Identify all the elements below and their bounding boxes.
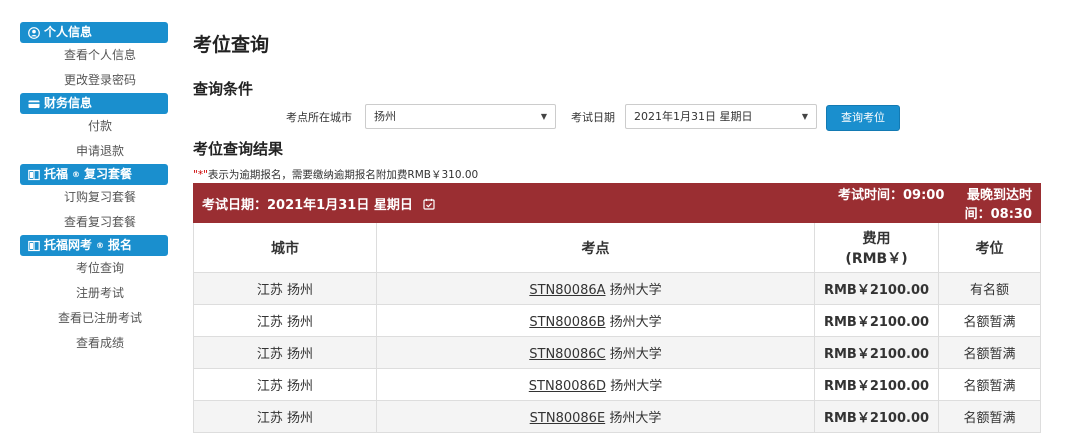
date-select-value: 2021年1月31日 星期日	[634, 110, 753, 123]
calendar-check-icon	[423, 198, 435, 210]
center-code-link[interactable]: STN80086E	[530, 411, 606, 426]
user-circle-icon	[28, 26, 40, 39]
header-fee-line1: 费用	[862, 230, 891, 247]
sidebar-section-review-package[interactable]: 托福 ® 复习套餐	[20, 164, 168, 185]
table-header-row: 城市 考点 费用 (RMB￥) 考位	[193, 222, 1042, 273]
chevron-down-icon: ▼	[540, 112, 547, 121]
cell-city: 江苏 扬州	[193, 400, 377, 433]
header-center: 考点	[375, 222, 816, 273]
sidebar-item-payment[interactable]: 付款	[20, 114, 168, 139]
note-mark: "*"	[193, 169, 208, 181]
conditions-title: 查询条件	[193, 80, 254, 98]
sidebar-item-view-scores[interactable]: 查看成绩	[20, 331, 168, 356]
header-city: 城市	[193, 222, 377, 273]
registered-mark: ®	[72, 170, 81, 179]
center-name: 扬州大学	[609, 347, 662, 362]
query-form: 考点所在城市 扬州 ▼ 考试日期 2021年1月31日 星期日 ▼ 查询考位	[193, 104, 1043, 131]
book-icon	[28, 240, 40, 251]
sidebar-item-view-registered[interactable]: 查看已注册考试	[20, 306, 168, 331]
cell-center: STN80086C 扬州大学	[375, 336, 816, 369]
table-row: 江苏 扬州 STN80086D 扬州大学 RMB￥2100.00 名额暂满	[193, 368, 1042, 401]
page-title: 考位查询	[193, 34, 270, 56]
results-title: 考位查询结果	[193, 140, 284, 158]
chevron-down-icon: ▼	[801, 112, 808, 121]
cell-city: 江苏 扬州	[193, 272, 377, 305]
cell-fee: RMB￥2100.00	[814, 336, 940, 369]
center-code-link[interactable]: STN80086D	[529, 379, 606, 394]
cell-seat: 名额暂满	[938, 336, 1042, 369]
banner-date-cell: 考试日期：2021年1月31日 星期日	[192, 183, 816, 223]
date-label: 考试日期	[571, 111, 615, 124]
center-name: 扬州大学	[610, 379, 663, 394]
cell-seat: 名额暂满	[938, 400, 1042, 433]
table-body: 江苏 扬州 STN80086A 扬州大学 RMB￥2100.00 有名额 江苏 …	[193, 272, 1042, 433]
center-code-link[interactable]: STN80086A	[529, 283, 605, 298]
sidebar-item-view-profile[interactable]: 查看个人信息	[20, 43, 168, 68]
note-text: 表示为逾期报名，需要缴纳逾期报名附加费RMB￥310.00	[207, 169, 479, 181]
sidebar-section-title: 财务信息	[44, 96, 93, 110]
city-label: 考点所在城市	[286, 111, 352, 124]
city-select[interactable]: 扬州 ▼	[365, 104, 556, 129]
cell-fee: RMB￥2100.00	[814, 304, 940, 337]
center-name: 扬州大学	[609, 283, 662, 298]
banner-exam-time: 考试时间：09:00	[837, 188, 945, 203]
sidebar-item-change-password[interactable]: 更改登录密码	[20, 68, 168, 93]
sidebar-section-title-suffix: 报名	[108, 238, 133, 252]
header-fee-line2: (RMB￥)	[845, 250, 908, 267]
registered-mark: ®	[96, 241, 105, 250]
card-icon	[28, 100, 40, 108]
table-row: 江苏 扬州 STN80086A 扬州大学 RMB￥2100.00 有名额	[193, 272, 1042, 305]
sidebar-item-register-exam[interactable]: 注册考试	[20, 281, 168, 306]
banner-date: 考试日期：2021年1月31日 星期日	[202, 197, 413, 213]
header-seat: 考位	[938, 222, 1042, 273]
sidebar-section-title: 个人信息	[44, 25, 93, 39]
cell-seat: 名额暂满	[938, 304, 1042, 337]
exam-info-banner: 考试日期：2021年1月31日 星期日 考试时间：09:00 最晚到达时间：08…	[192, 183, 1042, 223]
banner-arrival-time: 最晚到达时间：08:30	[964, 188, 1033, 222]
cell-center: STN80086E 扬州大学	[375, 400, 816, 433]
sidebar-item-order-package[interactable]: 订购复习套餐	[20, 185, 168, 210]
sidebar-item-refund[interactable]: 申请退款	[20, 139, 168, 164]
sidebar-section-registration[interactable]: 托福网考 ® 报名	[20, 235, 168, 256]
sidebar: 个人信息 查看个人信息 更改登录密码 财务信息 付款 申请退款 托福 ® 复习套餐 …	[20, 22, 168, 356]
center-code-link[interactable]: STN80086C	[529, 347, 605, 362]
cell-center: STN80086D 扬州大学	[375, 368, 816, 401]
header-fee: 费用 (RMB￥)	[814, 222, 940, 273]
sidebar-section-personal-info[interactable]: 个人信息	[20, 22, 168, 43]
cell-fee: RMB￥2100.00	[814, 368, 940, 401]
sidebar-item-view-package[interactable]: 查看复习套餐	[20, 210, 168, 235]
cell-city: 江苏 扬州	[193, 304, 377, 337]
sidebar-section-title-prefix: 托福网考	[44, 238, 93, 252]
table-row: 江苏 扬州 STN80086C 扬州大学 RMB￥2100.00 名额暂满	[193, 336, 1042, 369]
cell-city: 江苏 扬州	[193, 368, 377, 401]
cell-city: 江苏 扬州	[193, 336, 377, 369]
cell-center: STN80086A 扬州大学	[375, 272, 816, 305]
book-icon	[28, 169, 40, 180]
city-select-value: 扬州	[374, 110, 396, 123]
sidebar-section-title-prefix: 托福	[44, 167, 69, 181]
query-button[interactable]: 查询考位	[826, 105, 900, 131]
date-select[interactable]: 2021年1月31日 星期日 ▼	[625, 104, 817, 129]
cell-seat: 有名额	[938, 272, 1042, 305]
sidebar-item-seat-query[interactable]: 考位查询	[20, 256, 168, 281]
sidebar-section-finance[interactable]: 财务信息	[20, 93, 168, 114]
center-name: 扬州大学	[609, 411, 662, 426]
center-name: 扬州大学	[609, 315, 662, 330]
cell-seat: 名额暂满	[938, 368, 1042, 401]
cell-center: STN80086B 扬州大学	[375, 304, 816, 337]
sidebar-section-title-suffix: 复习套餐	[84, 167, 133, 181]
banner-time-cell: 考试时间：09:00 最晚到达时间：08:30	[814, 183, 1042, 223]
table-row: 江苏 扬州 STN80086E 扬州大学 RMB￥2100.00 名额暂满	[193, 400, 1042, 433]
cell-fee: RMB￥2100.00	[814, 400, 940, 433]
center-code-link[interactable]: STN80086B	[529, 315, 605, 330]
table-row: 江苏 扬州 STN80086B 扬州大学 RMB￥2100.00 名额暂满	[193, 304, 1042, 337]
cell-fee: RMB￥2100.00	[814, 272, 940, 305]
late-fee-note: "*"表示为逾期报名，需要缴纳逾期报名附加费RMB￥310.00	[193, 167, 478, 182]
results-table: 考试日期：2021年1月31日 星期日 考试时间：09:00 最晚到达时间：08…	[192, 183, 1042, 433]
